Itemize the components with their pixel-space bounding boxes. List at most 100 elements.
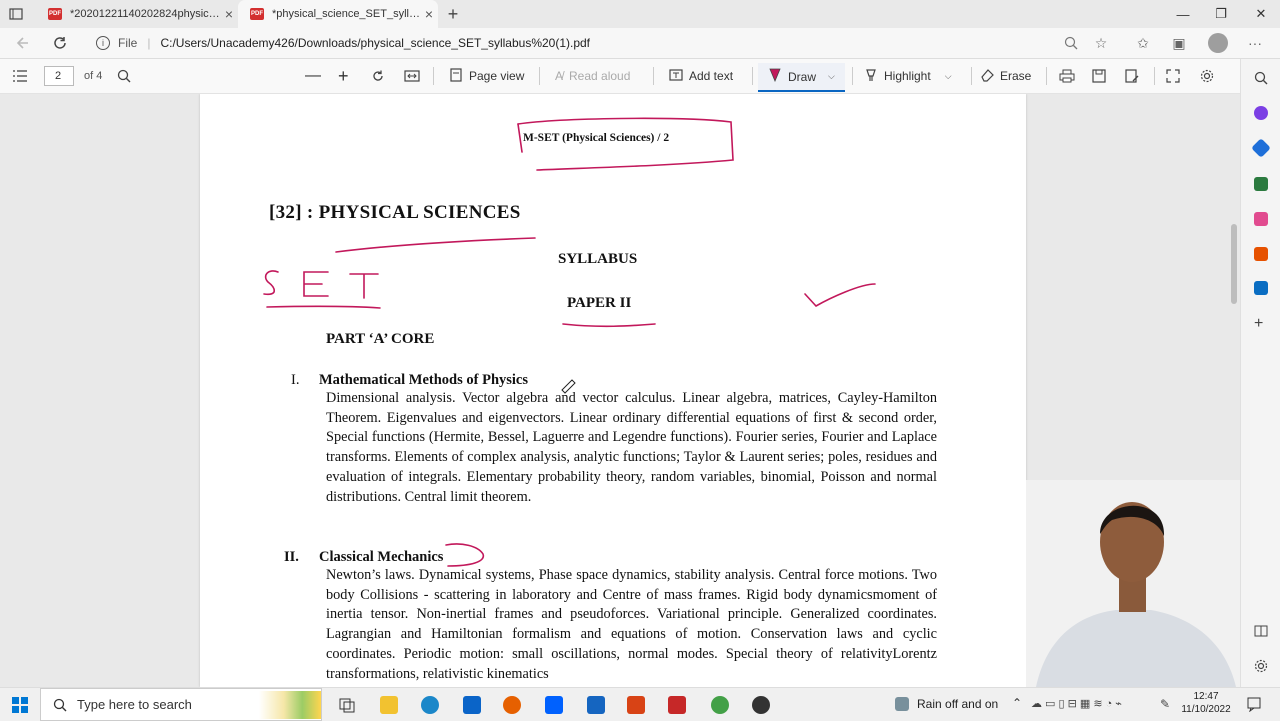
favorite-star-icon[interactable]: ☆ [1092, 34, 1110, 52]
ink-tick [804, 283, 876, 308]
system-tray-icons[interactable]: ☁ ▭ ▯ ⊟ ▦ ≋ ◔ ⌁ [1031, 697, 1122, 710]
search-highlight-image [259, 691, 321, 719]
back-button[interactable] [12, 32, 34, 54]
more-menu-icon[interactable]: ··· [1246, 34, 1264, 52]
new-tab-button[interactable]: + [444, 4, 462, 24]
tools-icon[interactable] [1254, 177, 1268, 191]
protocol-label: File [118, 36, 138, 50]
erase-button[interactable]: Erase [980, 65, 1031, 87]
close-icon[interactable]: × [220, 6, 238, 22]
divider: | [147, 36, 151, 50]
rotate-icon[interactable] [371, 65, 385, 87]
edge-sidebar: + [1240, 59, 1280, 687]
chevron-down-icon[interactable]: ⌵ [945, 71, 952, 82]
add-sidebar-item-icon[interactable]: + [1254, 315, 1263, 333]
page-view-label: Page view [469, 69, 525, 83]
read-aloud-button[interactable]: A͏̸ Read aloud [555, 65, 630, 87]
add-text-icon [669, 68, 683, 85]
dropbox-icon[interactable] [545, 696, 563, 714]
games-icon[interactable] [1254, 212, 1268, 226]
page-total: of 4 [84, 70, 103, 82]
read-aloud-icon: A͏̸ [555, 69, 564, 83]
maximize-button[interactable]: ❐ [1202, 0, 1240, 28]
close-icon[interactable]: × [420, 6, 438, 22]
page-view-icon [449, 67, 463, 85]
ink-underline-paper [562, 323, 656, 328]
browser-tab-2[interactable]: PDF *physical_science_SET_syllabus (1 × [238, 0, 438, 28]
sidebar-settings-gear-icon[interactable] [1254, 659, 1268, 676]
ink-annotations [263, 117, 876, 567]
task-view-icon[interactable] [338, 696, 356, 714]
app-icon-2[interactable] [752, 696, 770, 714]
zoom-icon[interactable] [1062, 34, 1080, 52]
browser-tab-strip: PDF *20201221140202824physicalsci × PDF … [0, 0, 1280, 28]
clock[interactable]: 12:47 11/10/2022 [1180, 690, 1232, 716]
search-icon[interactable] [117, 65, 131, 87]
pen-icon [768, 68, 782, 85]
fit-page-icon[interactable] [404, 65, 420, 87]
scrollbar-thumb[interactable] [1231, 224, 1237, 304]
page-number-input[interactable]: 2 [44, 66, 74, 86]
pen-workspace-icon[interactable]: ✎ [1160, 697, 1170, 711]
shopping-icon[interactable] [1251, 138, 1271, 158]
fullscreen-icon[interactable] [1166, 65, 1180, 87]
office-icon[interactable] [627, 696, 645, 714]
address-bar: i File | C:/Users/Unacademy426/Downloads… [0, 28, 1280, 59]
firefox-icon[interactable] [503, 696, 521, 714]
presenter-webcam [1026, 480, 1240, 687]
notifications-icon[interactable] [1246, 696, 1262, 713]
divider [971, 67, 972, 85]
discover-icon[interactable] [1254, 106, 1268, 120]
tab-actions-icon[interactable] [8, 6, 28, 22]
page-view-button[interactable]: Page view [449, 65, 524, 87]
powerpoint-icon[interactable] [668, 696, 686, 714]
contents-icon[interactable] [12, 65, 28, 87]
weather-icon[interactable] [895, 697, 909, 711]
weather-text[interactable]: Rain off and on [917, 697, 998, 711]
mail-icon[interactable] [463, 696, 481, 714]
profile-avatar[interactable] [1208, 33, 1228, 53]
add-text-button[interactable]: Add text [669, 65, 733, 87]
chrome-icon[interactable] [711, 696, 729, 714]
url-field[interactable]: i File | C:/Users/Unacademy426/Downloads… [96, 33, 590, 53]
settings-gear-icon[interactable] [1200, 65, 1214, 87]
zoom-out-button[interactable]: — [305, 65, 321, 87]
save-icon[interactable] [1092, 65, 1106, 87]
browser-tab-1[interactable]: PDF *20201221140202824physicalsci × [36, 0, 238, 28]
draw-button[interactable]: Draw ⌵ [758, 63, 845, 92]
split-screen-icon[interactable] [1254, 624, 1268, 641]
favorites-icon[interactable]: ✩ [1134, 34, 1152, 52]
collections-icon[interactable]: ▣ [1170, 34, 1188, 52]
tab-title: *20201221140202824physicalsci [70, 8, 220, 20]
presenter-image [1026, 480, 1240, 687]
divider [1046, 67, 1047, 85]
windows-start-icon[interactable] [12, 697, 28, 716]
save-as-icon[interactable] [1125, 65, 1139, 87]
app-icon[interactable] [587, 696, 605, 714]
show-hidden-icons[interactable]: ⌃ [1012, 696, 1022, 710]
office-icon[interactable] [1254, 247, 1268, 261]
outlook-icon[interactable] [1254, 281, 1268, 295]
taskbar-search-box[interactable]: Type here to search [40, 688, 322, 721]
search-placeholder: Type here to search [77, 697, 192, 712]
edge-browser-icon[interactable] [421, 696, 439, 714]
ink-underline-heading [335, 237, 536, 253]
highlight-button[interactable]: Highlight ⌵ [864, 65, 952, 87]
chevron-down-icon[interactable]: ⌵ [828, 71, 835, 82]
refresh-button[interactable] [49, 32, 71, 54]
clock-date: 11/10/2022 [1181, 704, 1231, 715]
taskbar: Type here to search Rain off and on ⌃ ☁ … [0, 687, 1280, 721]
search-icon[interactable] [1254, 71, 1268, 88]
close-window-button[interactable]: ✕ [1242, 0, 1280, 28]
divider [752, 67, 753, 85]
print-icon[interactable] [1059, 65, 1075, 87]
draw-label: Draw [788, 69, 817, 84]
file-explorer-icon[interactable] [380, 696, 398, 714]
highlighter-icon [864, 68, 878, 85]
minimize-button[interactable]: — [1164, 0, 1202, 28]
info-icon[interactable]: i [96, 36, 110, 50]
add-text-label: Add text [689, 69, 734, 83]
zoom-in-button[interactable]: + [338, 65, 349, 87]
divider [1154, 67, 1155, 85]
pen-cursor-icon [561, 379, 576, 394]
